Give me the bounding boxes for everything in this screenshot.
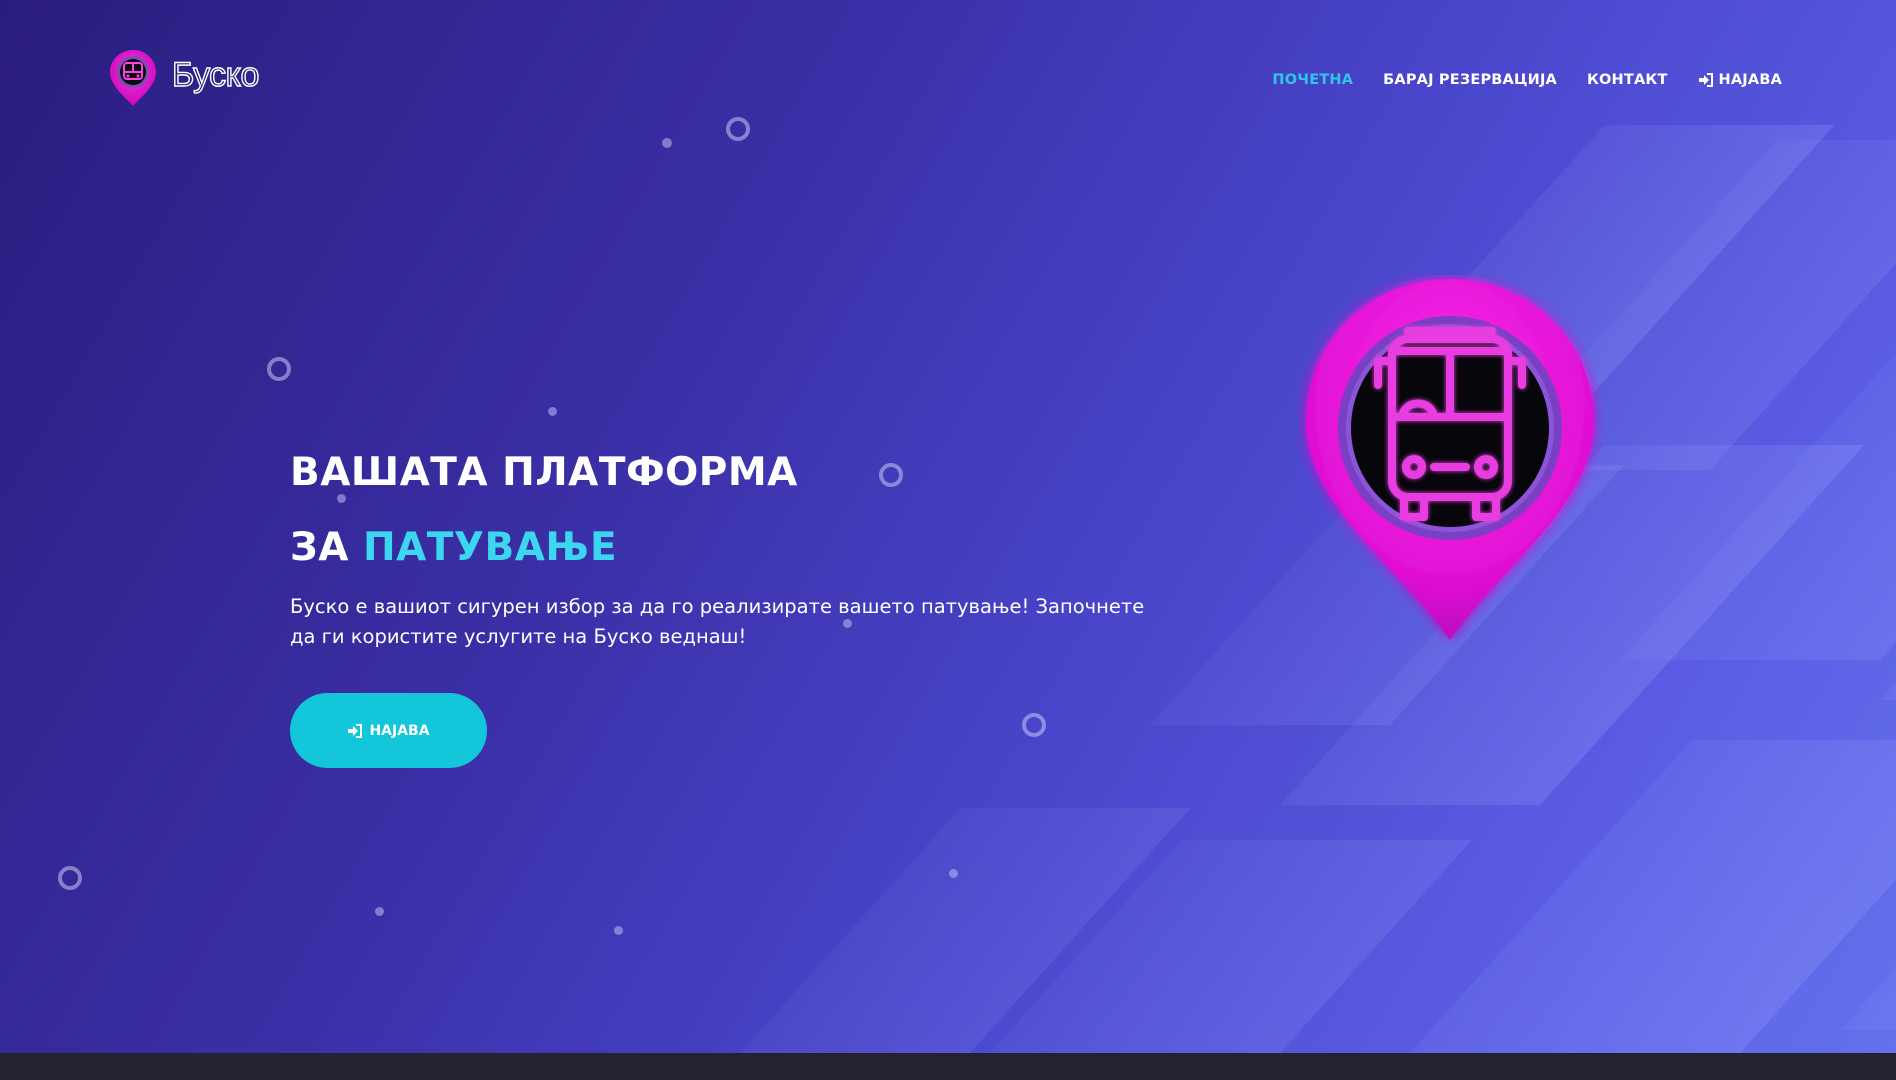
footer-strip — [0, 1053, 1896, 1080]
nav-item-login[interactable]: НАЈАВА — [1698, 72, 1782, 88]
nav-item-label: НАЈАВА — [1718, 72, 1782, 88]
nav-item-search-reservation[interactable]: БАРАЈ РЕЗЕРВАЦИЈА — [1383, 72, 1557, 88]
login-button-label: НАЈАВА — [369, 722, 430, 739]
nav-item-label: ПОЧЕТНА — [1272, 72, 1354, 88]
decor-ring — [1022, 713, 1046, 737]
hero-title-accent: ПАТУВАЊЕ — [362, 525, 618, 570]
brand-name: Буско — [171, 55, 260, 94]
decor-dot — [375, 907, 384, 916]
main-nav: ПОЧЕТНА БАРАЈ РЕЗЕРВАЦИЈА КОНТАКТ НАЈАВА — [1272, 72, 1782, 88]
decor-ring — [726, 117, 750, 141]
bus-pin-icon — [110, 50, 156, 106]
hero-title: ВАШАТА ПЛАТФОРМА ЗА ПАТУВАЊЕ — [290, 435, 798, 585]
nav-item-label: КОНТАКТ — [1586, 72, 1668, 88]
decor-dot — [949, 869, 958, 878]
decor-dot — [614, 926, 623, 935]
hero-title-line2: ЗА ПАТУВАЊЕ — [290, 510, 798, 585]
decor-dot — [662, 138, 672, 148]
sign-in-icon — [1698, 73, 1713, 87]
hero-description: Буско е вашиот сигурен избор за да го ре… — [290, 595, 1145, 648]
hero-title-prefix: ЗА — [290, 525, 349, 570]
nav-item-home[interactable]: ПОЧЕТНА — [1272, 72, 1353, 88]
sign-in-icon — [348, 723, 363, 738]
nav-item-label: БАРАЈ РЕЗЕРВАЦИЈА — [1383, 72, 1557, 88]
decor-ring — [879, 463, 903, 487]
decor-dot — [548, 407, 557, 416]
login-button[interactable]: НАЈАВА — [290, 693, 487, 768]
hero-title-line1: ВАШАТА ПЛАТФОРМА — [290, 450, 798, 495]
brand-logo[interactable]: Буско — [108, 48, 260, 108]
nav-item-contact[interactable]: КОНТАКТ — [1587, 72, 1668, 88]
background-stripes — [0, 0, 1896, 1053]
hero-section: Буско ПОЧЕТНА БАРАЈ РЕЗЕРВАЦИЈА КОНТАКТ … — [0, 0, 1896, 1053]
decor-ring — [267, 357, 291, 381]
bus-location-pin-icon — [1306, 279, 1594, 640]
decor-ring — [58, 866, 82, 890]
